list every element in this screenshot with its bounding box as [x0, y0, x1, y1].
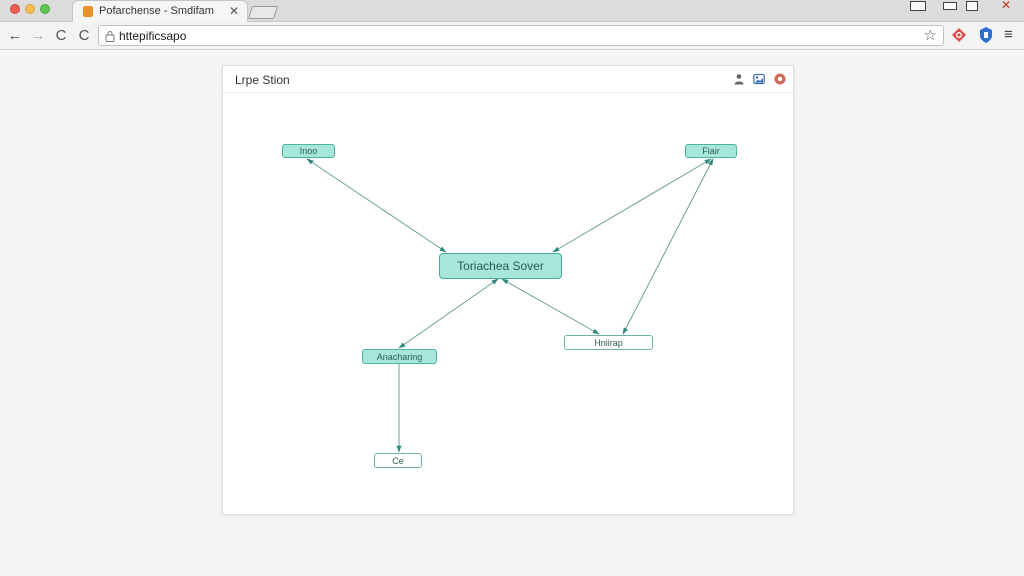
window-tile-icon[interactable] — [906, 0, 930, 12]
reload-icon[interactable]: C — [52, 27, 70, 45]
bookmark-star-icon[interactable]: ☆ — [924, 27, 937, 45]
node-anacharing-label: Anacharing — [376, 351, 423, 362]
tab-strip: Pofarchense - Smdifam ✕ ✕ — [0, 0, 1024, 22]
node-hniirap-label: Hniirap — [594, 337, 623, 348]
node-fiair-label: Fiair — [702, 146, 720, 156]
tab-active[interactable]: Pofarchense - Smdifam ✕ — [72, 0, 248, 22]
window-fullscreen-icon[interactable] — [960, 0, 984, 12]
node-toriachea-sover[interactable]: Toriachea Sover — [439, 253, 562, 279]
node-ce-label: Ce — [392, 455, 404, 466]
node-anacharing[interactable]: Anacharing — [362, 349, 437, 364]
new-tab-button[interactable] — [247, 6, 279, 19]
forward-arrow-icon[interactable]: → — [29, 27, 47, 45]
diagram-canvas — [306, 158, 714, 453]
lock-icon — [105, 31, 115, 42]
app-favicon-icon — [83, 6, 93, 17]
edge-center-anacharing — [398, 278, 499, 349]
window-close-icon[interactable]: ✕ — [988, 0, 1024, 11]
back-arrow-icon[interactable]: ← — [6, 27, 24, 45]
node-inoo[interactable]: Inoo — [282, 144, 335, 158]
tab-title: Pofarchense - Smdifam — [99, 5, 214, 17]
node-fiair[interactable]: Fiair — [685, 144, 737, 158]
node-center-label: Toriachea Sover — [457, 259, 544, 273]
node-inoo-label: Inoo — [299, 146, 318, 156]
window-maximize-dot[interactable] — [40, 4, 50, 14]
edge-inoo-center — [306, 158, 447, 253]
browser-toolbar: ← → C C httepificsapo ☆ ≡ — [0, 22, 1024, 50]
diagram-panel: Lrpe Stion Inoo Fiair Toriachea Sover An… — [222, 65, 794, 515]
window-restore-icon[interactable] — [938, 0, 962, 12]
red-extension-icon[interactable] — [951, 27, 967, 43]
node-hniirap[interactable]: Hniirap — [564, 335, 653, 350]
menu-icon[interactable]: ≡ — [1004, 26, 1013, 44]
reload-alt-icon[interactable]: C — [75, 27, 93, 45]
address-bar[interactable]: httepificsapo ☆ — [98, 25, 944, 46]
tab-close-icon[interactable]: ✕ — [229, 4, 239, 18]
window-close-dot[interactable] — [10, 4, 20, 14]
page-viewport: Lrpe Stion Inoo Fiair Toriachea Sover An… — [0, 50, 1024, 576]
url-text[interactable]: httepificsapo — [119, 29, 186, 43]
window-minimize-dot[interactable] — [25, 4, 35, 14]
edge-fiair-hniirap — [622, 158, 714, 335]
edge-fiair-center — [552, 158, 712, 253]
edge-center-hniirap — [501, 278, 600, 335]
node-ce[interactable]: Ce — [374, 453, 422, 468]
blue-extension-icon[interactable] — [978, 26, 994, 44]
